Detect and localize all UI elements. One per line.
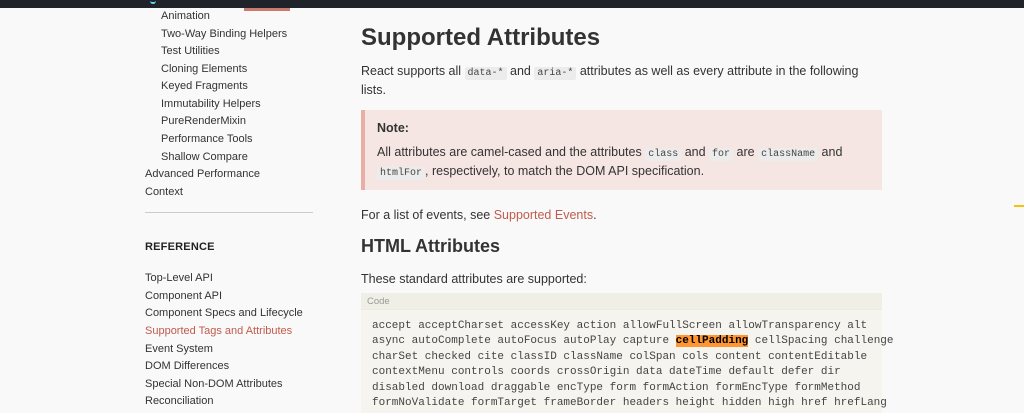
code-text: cellSpacing challenge [748, 335, 894, 348]
code-line: contextMenu controls coords crossOrigin … [372, 366, 841, 379]
code-data-attr: data-* [464, 67, 507, 80]
code-text: async autoComplete autoFocus autoPlay ca… [372, 335, 676, 348]
html-intro-paragraph: These standard attributes are supported: [361, 272, 587, 286]
intro-paragraph: React supports all data-* and aria-* att… [361, 63, 881, 98]
code-line: formNoValidate formTarget frameBorder he… [372, 397, 887, 410]
sidebar-item-immutability-helpers[interactable]: Immutability Helpers [161, 97, 261, 111]
note-title: Note: [377, 121, 409, 135]
sidebar-item-cloning-elements[interactable]: Cloning Elements [161, 62, 247, 76]
intro-text: React supports all [361, 64, 465, 78]
sidebar-section-reference: REFERENCE [145, 241, 215, 253]
sidebar-item-component-specs[interactable]: Component Specs and Lifecycle [145, 306, 303, 320]
search-highlight: cellPadding [675, 335, 749, 348]
sidebar-item-reconciliation[interactable]: Reconciliation [145, 394, 213, 408]
sidebar-item-component-api[interactable]: Component API [145, 289, 222, 303]
sidebar-item-purerendermixin[interactable]: PureRenderMixin [161, 114, 246, 128]
html-attributes-heading: HTML Attributes [361, 236, 500, 256]
sidebar-item-top-level-api[interactable]: Top-Level API [145, 271, 213, 285]
sidebar-item-animation[interactable]: Animation [161, 9, 210, 23]
sidebar-item-event-system[interactable]: Event System [145, 342, 213, 356]
code-htmlfor: htmlFor [377, 167, 426, 180]
note-body: All attributes are camel-cased and the a… [377, 144, 870, 182]
sidebar-item-context[interactable]: Context [145, 185, 183, 199]
events-text: . [593, 208, 597, 222]
sidebar-item-special-non-dom[interactable]: Special Non-DOM Attributes [145, 377, 283, 391]
events-text: For a list of events, see [361, 208, 494, 222]
scrollbar-marker[interactable] [1014, 205, 1024, 207]
code-block-content[interactable]: accept acceptCharset accessKey action al… [361, 310, 894, 411]
code-aria-attr: aria-* [534, 67, 577, 80]
code-line: disabled download draggable encType form… [372, 381, 861, 394]
supported-events-link[interactable]: Supported Events [494, 208, 593, 222]
note-text: All attributes are camel-cased and the a… [377, 145, 646, 159]
sidebar-item-advanced-performance[interactable]: Advanced Performance [145, 167, 260, 181]
sidebar-item-shallow-compare[interactable]: Shallow Compare [161, 150, 248, 164]
note-text: and [818, 145, 843, 159]
sidebar-item-two-way-binding[interactable]: Two-Way Binding Helpers [161, 27, 287, 41]
sidebar-item-supported-tags[interactable]: Supported Tags and Attributes [145, 324, 292, 338]
sidebar-item-dom-differences[interactable]: DOM Differences [145, 359, 229, 373]
react-logo-icon[interactable] [150, 0, 156, 4]
code-class: class [645, 148, 682, 161]
note-text: and [681, 145, 710, 159]
code-classname: className [758, 148, 819, 161]
note-callout: Note: All attributes are camel-cased and… [361, 110, 882, 190]
top-nav-bar [0, 0, 1024, 11]
sidebar-item-keyed-fragments[interactable]: Keyed Fragments [161, 79, 248, 93]
code-line: charSet checked cite classID className c… [372, 350, 868, 363]
code-line: accept acceptCharset accessKey action al… [372, 320, 868, 332]
code-line: async autoComplete autoFocus autoPlay ca… [372, 334, 894, 349]
sidebar-item-performance-tools[interactable]: Performance Tools [161, 132, 253, 146]
sidebar-divider [145, 212, 313, 213]
page-title: Supported Attributes [361, 24, 601, 51]
note-text: are [733, 145, 759, 159]
code-block-label: Code [361, 293, 882, 310]
note-text: , respectively, to match the DOM API spe… [425, 164, 705, 178]
events-paragraph: For a list of events, see Supported Even… [361, 207, 881, 223]
code-block: Code accept acceptCharset accessKey acti… [361, 293, 894, 413]
intro-text: and [506, 64, 535, 78]
nav-active-indicator [244, 8, 290, 11]
sidebar-item-test-utilities[interactable]: Test Utilities [161, 44, 220, 58]
code-for: for [709, 148, 734, 161]
